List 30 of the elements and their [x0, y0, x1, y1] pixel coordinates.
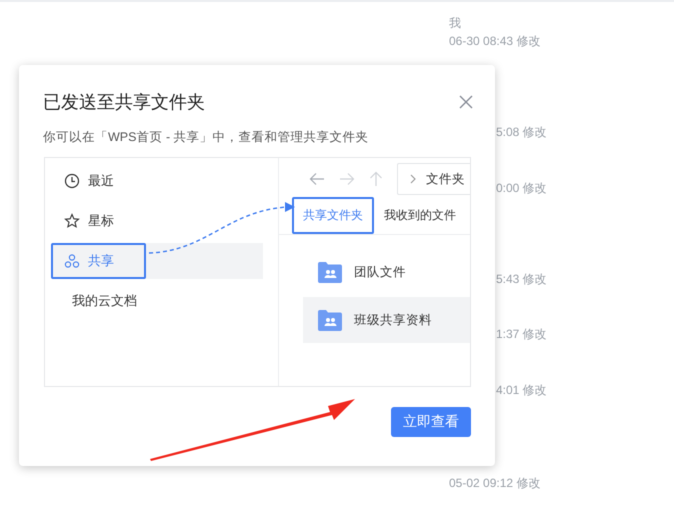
dialog-title: 已发送至共享文件夹: [43, 91, 205, 114]
nav-item[interactable]: 星标: [53, 203, 263, 239]
nav-item[interactable]: 共享: [53, 243, 263, 279]
close-icon[interactable]: [459, 95, 473, 109]
dialog-subtitle: 你可以在「WPS首页 - 共享」中，查看和管理共享文件夹: [43, 129, 370, 146]
tab[interactable]: 共享文件夹: [292, 196, 374, 234]
chevron-icon: [410, 174, 416, 184]
nav-item[interactable]: 我的云文档: [53, 283, 263, 319]
modified-time: 4:01 修改: [496, 382, 548, 399]
nav-item[interactable]: 最近: [53, 163, 263, 199]
modified-time: 06-30 08:43 修改: [449, 33, 542, 50]
modified-time: 5:43 修改: [496, 271, 548, 288]
forward-arrow-icon[interactable]: [339, 172, 355, 186]
owner-text: 我: [449, 15, 462, 32]
modified-time: 5:08 修改: [496, 124, 548, 141]
up-arrow-icon[interactable]: [369, 171, 383, 187]
modified-time: 1:37 修改: [496, 326, 548, 343]
view-now-button[interactable]: 立即查看: [391, 407, 471, 437]
shared-folder-icon: [318, 262, 342, 282]
star-icon: [64, 213, 80, 229]
folder-row[interactable]: 班级共享资料: [303, 297, 470, 343]
share-icon: [64, 253, 80, 269]
folder-row[interactable]: 团队文件: [303, 249, 470, 295]
shared-folder-icon: [318, 310, 342, 330]
modified-time: 05-02 09:12 修改: [449, 475, 542, 492]
modified-time: 0:00 修改: [496, 180, 548, 197]
breadcrumb-text[interactable]: 文件夹: [426, 170, 465, 188]
tab[interactable]: 我收到的文件: [380, 198, 460, 232]
back-arrow-icon[interactable]: [309, 172, 325, 186]
clock-icon: [64, 173, 80, 189]
